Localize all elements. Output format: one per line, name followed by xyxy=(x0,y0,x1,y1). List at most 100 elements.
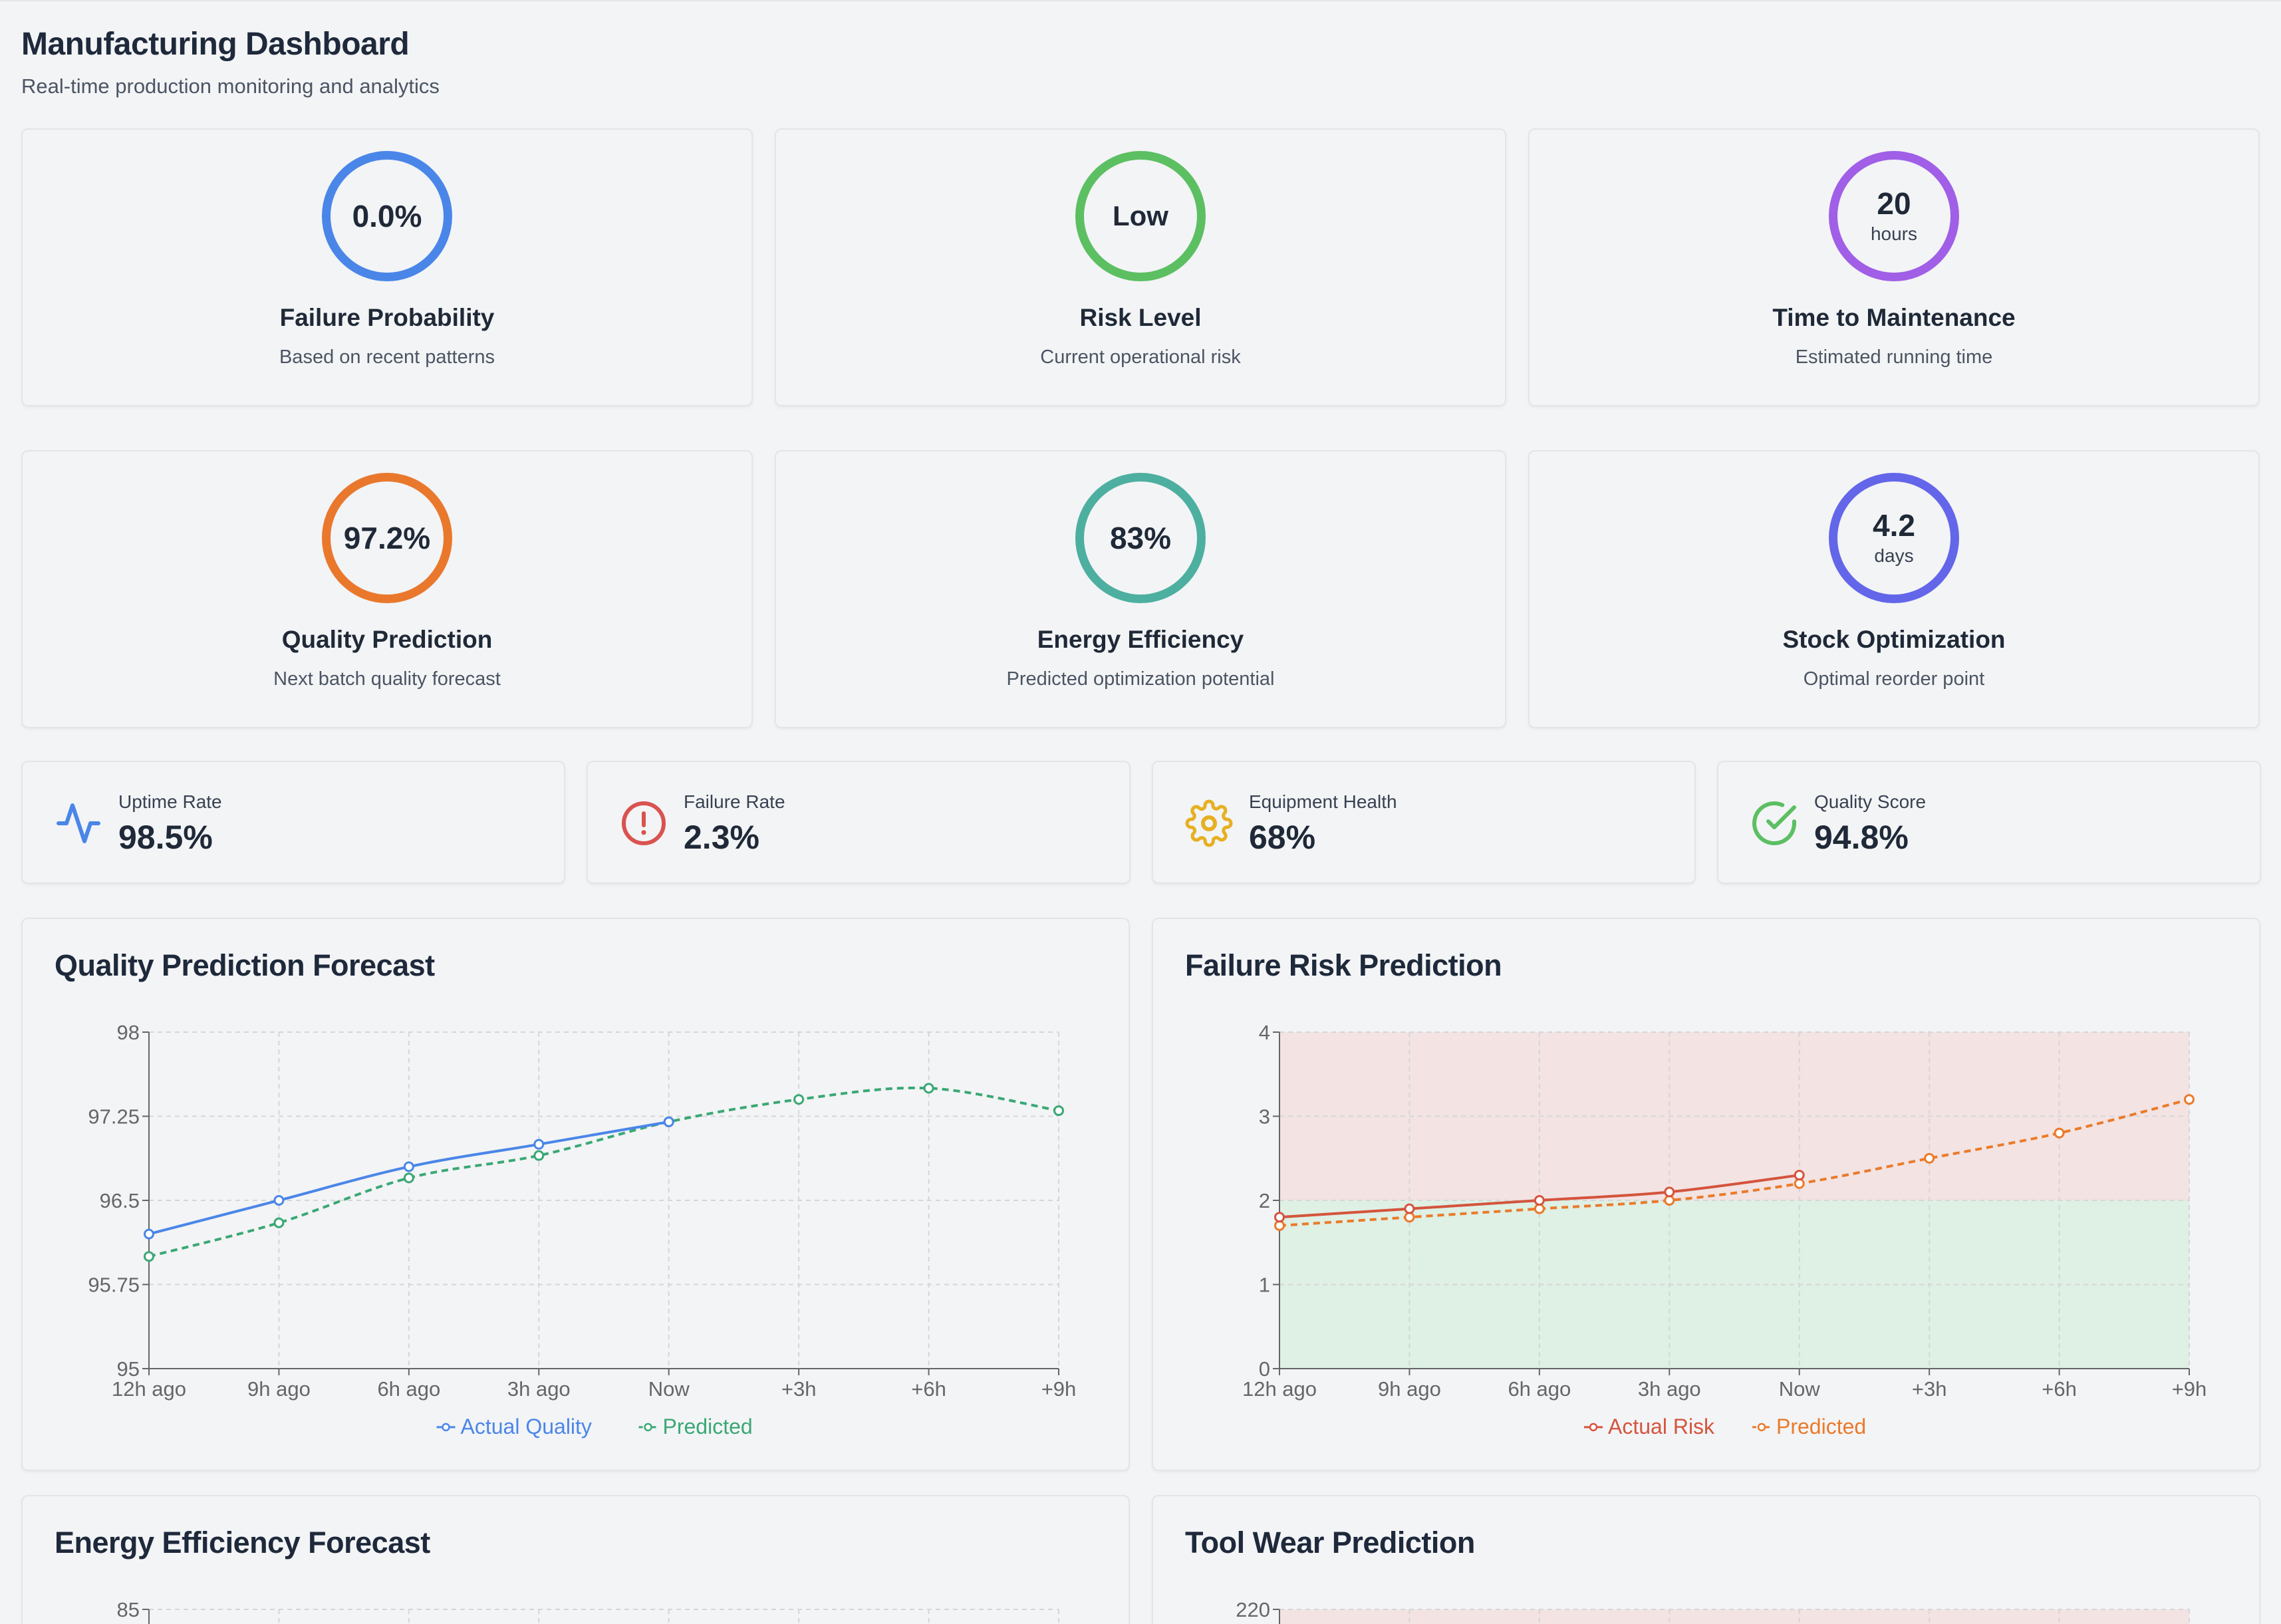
data-point xyxy=(144,1251,154,1262)
data-point xyxy=(273,1217,285,1228)
card-subtitle: Current operational risk xyxy=(1040,346,1241,368)
data-point xyxy=(144,1228,154,1240)
stat-value: 98.5% xyxy=(118,819,213,856)
data-point xyxy=(1534,1203,1545,1214)
risk-level-ring: Low xyxy=(1075,151,1206,281)
page-title: Manufacturing Dashboard xyxy=(21,27,410,62)
data-point xyxy=(2054,1127,2065,1139)
risk-band xyxy=(1279,1609,2189,1624)
tool-wear-chart: 220 xyxy=(1236,1598,2190,1624)
stat-label: Failure Rate xyxy=(684,791,785,812)
legend-marker xyxy=(644,1422,652,1432)
failure-risk-chart: 0123412h ago 9h ago 6h ago 3h ago Now +3h +6h +… xyxy=(1242,1021,2207,1438)
activity-icon xyxy=(57,803,100,843)
legend-marker xyxy=(1589,1422,1598,1432)
card-subtitle: Optimal reorder point xyxy=(1803,668,1985,690)
prediction-card-time-to-maintenance: 20 hours Time to Maintenance Estimated r… xyxy=(1528,128,2260,406)
prediction-card-stock-optimization: 4.2 days Stock Optimization Optimal reor… xyxy=(1528,450,2260,728)
x-tick-label: 3h ago xyxy=(1638,1377,1701,1401)
x-tick-label: 9h ago xyxy=(1378,1377,1441,1401)
data-point xyxy=(1404,1203,1415,1214)
stat-card-failure-rate: Failure Rate 2.3% xyxy=(587,761,1131,884)
alert-circle-icon xyxy=(622,801,666,845)
legend-label: Actual Risk xyxy=(1608,1415,1715,1438)
y-tick-label: 98 xyxy=(117,1021,140,1044)
y-tick-label: 96.5 xyxy=(100,1189,140,1212)
ring-value: 83% xyxy=(1109,520,1172,555)
stat-label: Uptime Rate xyxy=(118,791,222,812)
energy-efficiency-forecast-card: Energy Efficiency Forecast 85 xyxy=(21,1495,1130,1624)
y-tick-label: 95.75 xyxy=(88,1274,140,1297)
failure-risk-prediction-card: Failure Risk Prediction 0 1 2 3 4 12h ago 9h a… xyxy=(1152,918,2260,1471)
stat-value: 2.3% xyxy=(684,819,759,856)
data-point xyxy=(1274,1212,1285,1223)
quality-prediction-forecast-card: Quality Prediction Forecast 95 95.75 96.5 9… xyxy=(21,918,1130,1471)
y-tick-label: 4 xyxy=(1259,1021,1270,1044)
legend-marker xyxy=(1757,1422,1766,1432)
stat-label: Equipment Health xyxy=(1249,791,1397,812)
ring-unit: hours xyxy=(1870,223,1918,245)
stat-card-equipment-health: Equipment Health 68% xyxy=(1152,761,1696,884)
ring-unit: days xyxy=(1874,545,1914,567)
legend-label: Actual Quality xyxy=(461,1415,592,1438)
prediction-card-quality-prediction: 97.2% Quality Prediction Next batch qual… xyxy=(21,450,753,728)
data-point xyxy=(1664,1195,1675,1206)
data-point xyxy=(403,1172,414,1184)
prediction-card-energy-efficiency: 83% Energy Efficiency Predicted optimiza… xyxy=(775,450,1506,728)
x-tick-label: 6h ago xyxy=(1508,1377,1571,1401)
data-point xyxy=(1534,1195,1545,1206)
data-point xyxy=(1924,1152,1935,1164)
x-tick-label: +9h xyxy=(2172,1377,2207,1401)
y-tick-label: 1 xyxy=(1259,1274,1270,1297)
x-tick-label: 9h ago xyxy=(247,1377,311,1401)
card-subtitle: Next batch quality forecast xyxy=(273,668,501,690)
top-border xyxy=(0,0,2281,1)
card-title: Time to Maintenance xyxy=(1772,304,2016,331)
y-tick-label: 2 xyxy=(1259,1189,1270,1212)
prediction-card-failure-probability: 0.0% Failure Probability Based on recent… xyxy=(21,128,753,406)
legend-marker xyxy=(442,1422,450,1432)
data-point xyxy=(533,1139,545,1150)
tool-wear-prediction-card: Tool Wear Prediction 220 xyxy=(1152,1495,2260,1624)
data-point xyxy=(2184,1094,2195,1105)
y-tick-label: 3 xyxy=(1259,1105,1270,1129)
data-point xyxy=(1274,1220,1285,1231)
stat-value: 94.8% xyxy=(1814,819,1909,856)
x-tick-label: 3h ago xyxy=(507,1377,571,1401)
x-tick-label: Now xyxy=(648,1377,690,1401)
x-tick-label: 12h ago xyxy=(112,1377,186,1401)
failure-probability-ring: 0.0% xyxy=(322,151,452,281)
y-tick-label: 97.25 xyxy=(88,1105,140,1129)
x-tick-label: +3h xyxy=(781,1377,817,1401)
data-point xyxy=(1794,1178,1805,1189)
card-title: Quality Prediction xyxy=(281,626,493,653)
ring-value: 0.0% xyxy=(352,198,422,233)
x-tick-label: Now xyxy=(1779,1377,1821,1401)
y-tick-label: 85 xyxy=(117,1598,140,1621)
x-tick-label: 12h ago xyxy=(1242,1377,1317,1401)
ring-value: 97.2% xyxy=(343,520,431,555)
data-point xyxy=(793,1094,805,1105)
data-point xyxy=(663,1116,674,1127)
card-subtitle: Predicted optimization potential xyxy=(1006,668,1275,690)
gear-icon xyxy=(1185,799,1233,847)
data-point xyxy=(1404,1212,1415,1223)
ring-value: 4.2 xyxy=(1873,507,1915,543)
time-to-maintenance-ring: 20 hours xyxy=(1829,151,1959,281)
energy-efficiency-ring: 83% xyxy=(1075,473,1206,603)
card-subtitle: Estimated running time xyxy=(1795,346,1993,368)
check-circle-icon xyxy=(1752,801,1796,845)
stat-value: 68% xyxy=(1249,819,1316,856)
quality-prediction-chart: 9595.7596.597.259812h ago 9h ago 6h ago 3h … xyxy=(88,1021,1076,1438)
quality-prediction-ring: 97.2% xyxy=(322,473,452,603)
page-header: Manufacturing Dashboard Real-time produc… xyxy=(21,25,440,98)
ring-value: 20 xyxy=(1877,186,1911,221)
data-point xyxy=(403,1161,414,1172)
series-line xyxy=(148,1086,1059,1258)
data-point xyxy=(533,1150,545,1161)
data-point xyxy=(923,1083,934,1094)
stock-optimization-ring: 4.2 days xyxy=(1829,473,1959,603)
page-subtitle: Real-time production monitoring and anal… xyxy=(21,74,440,98)
card-title: Stock Optimization xyxy=(1782,626,2006,653)
stat-card-uptime-rate: Uptime Rate 98.5% xyxy=(21,761,565,884)
